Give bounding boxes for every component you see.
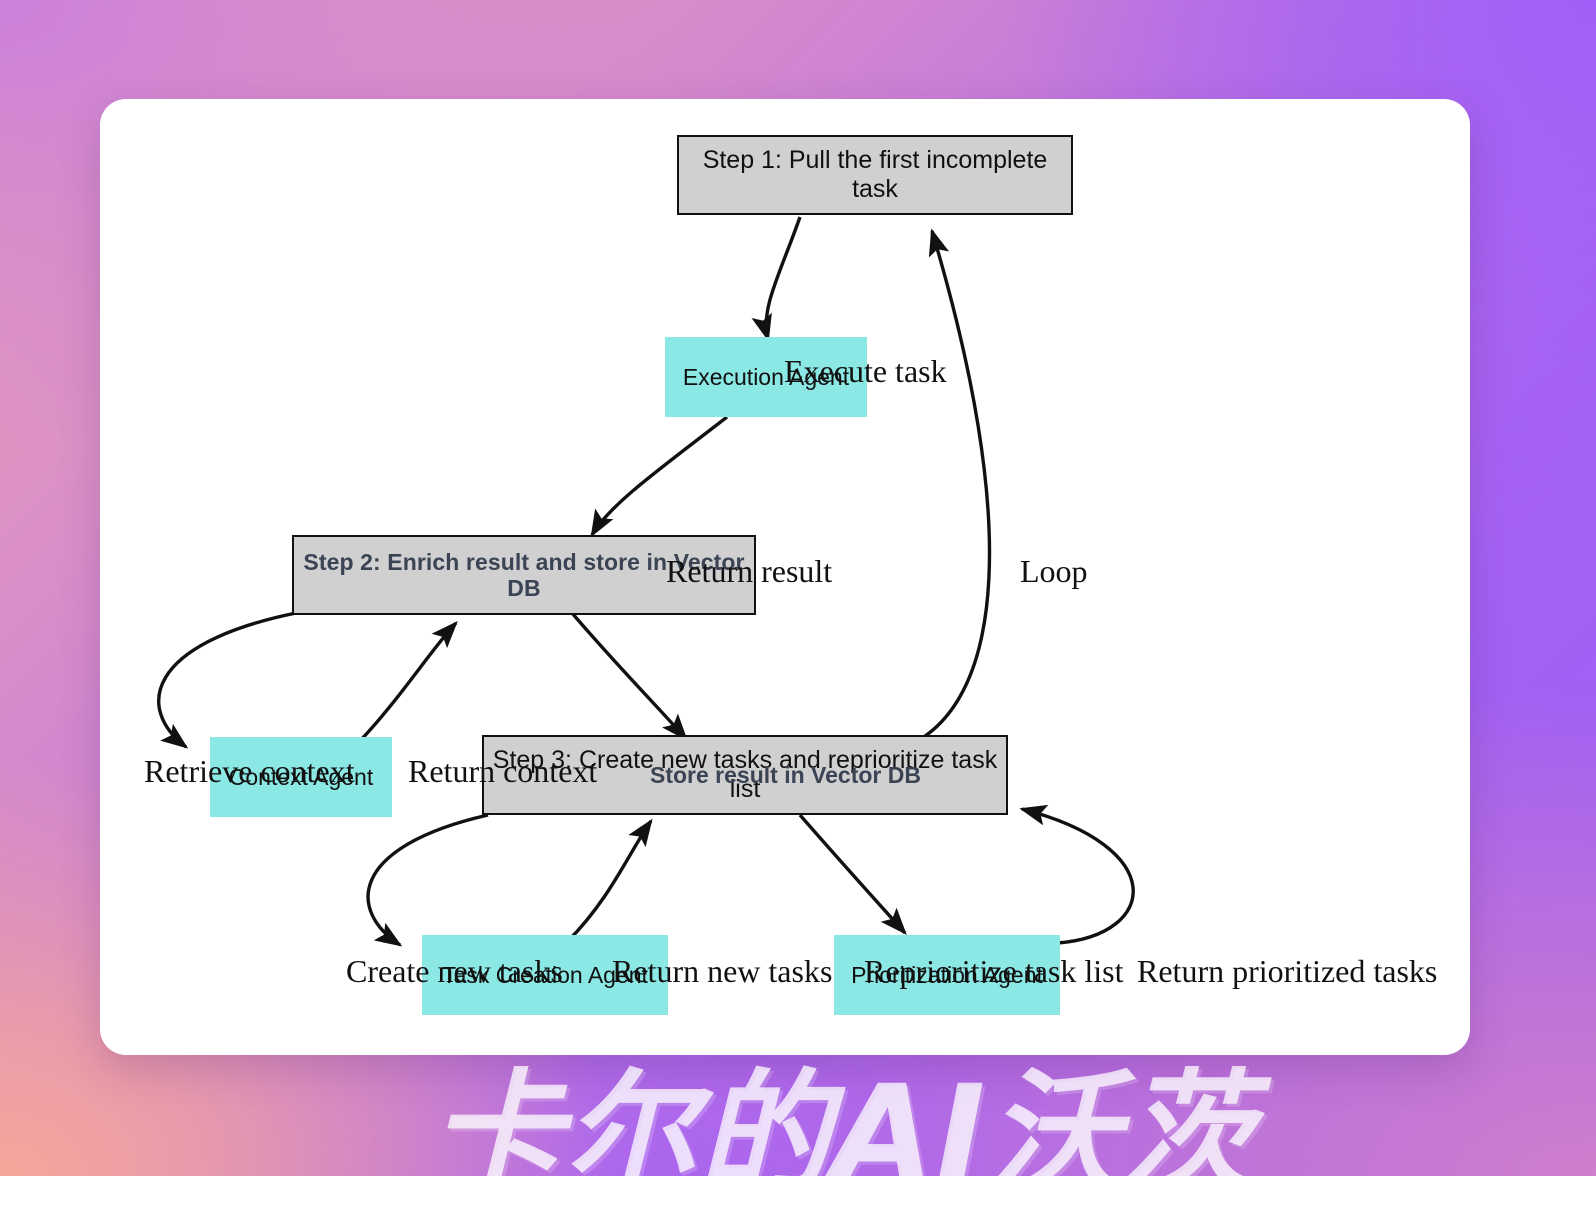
node-step-1[interactable]: Step 1: Pull the first incomplete task	[677, 135, 1073, 215]
edge-store-result	[570, 611, 688, 742]
edge-return-context	[356, 621, 458, 745]
node-step-1-label: Step 1: Pull the first incomplete task	[702, 146, 1048, 203]
flowchart-diagram: Step 1: Pull the first incomplete task E…	[100, 99, 1470, 1055]
edge-label-reprioritize-task-list: Reprioritize task list	[864, 953, 1124, 989]
edge-label-return-prioritized-tasks: Return prioritized tasks	[1137, 953, 1438, 989]
edge-label-create-new-tasks: Create new tasks	[346, 953, 563, 989]
wallpaper-background: Step 1: Pull the first incomplete task E…	[0, 0, 1596, 1211]
edge-label-execute-task: Execute task	[784, 353, 947, 389]
edge-label-return-context: Return context	[408, 753, 598, 789]
edge-create-new-tasks	[366, 813, 489, 947]
watermark-text: 卡尔的AI沃茨	[430, 1057, 1256, 1211]
edge-label-store-result: Store result in Vector DB	[650, 762, 921, 788]
diagram-card: Step 1: Pull the first incomplete task E…	[100, 99, 1470, 1055]
edge-label-return-result: Return result	[666, 553, 833, 589]
edge-label-loop: Loop	[1020, 553, 1088, 589]
edge-reprioritize-task-list	[798, 813, 907, 936]
edge-return-new-tasks	[566, 818, 653, 943]
edge-label-return-new-tasks: Return new tasks	[612, 953, 833, 989]
edge-return-prioritized-tasks	[1019, 804, 1135, 945]
edge-execute-task	[751, 216, 802, 342]
edge-label-retrieve-context: Retrieve context	[144, 753, 355, 789]
edge-return-result	[590, 415, 729, 538]
edge-loop	[909, 228, 992, 747]
edge-retrieve-context	[157, 611, 297, 749]
